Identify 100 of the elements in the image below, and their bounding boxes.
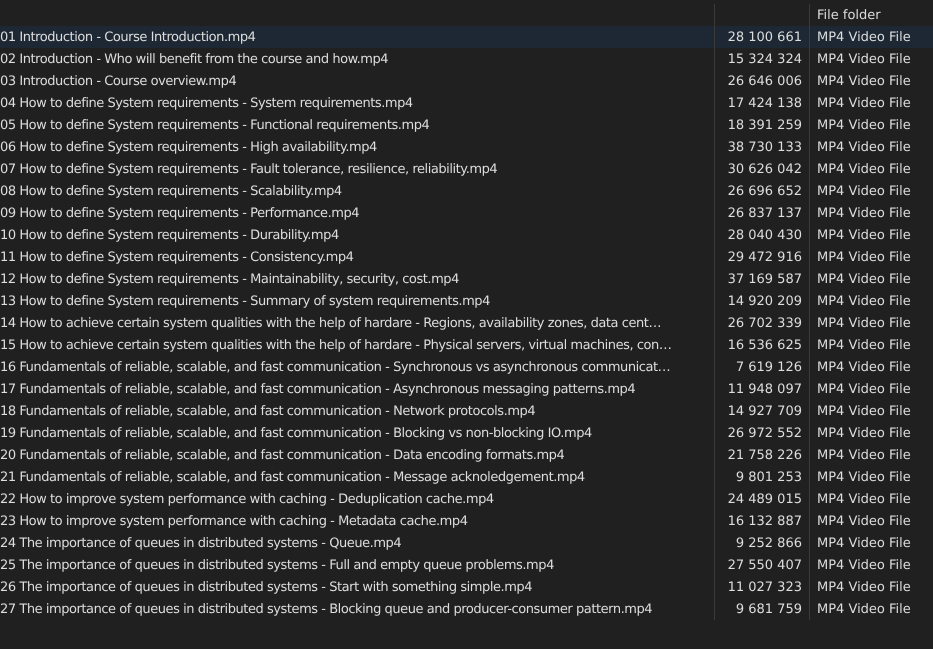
file-name[interactable]: 09 How to define System requirements - Performance.mp4 [0, 206, 360, 220]
file-row[interactable]: 06 How to define System requirements - High availability.mp4 38 730 133 MP4 Video File [0, 136, 933, 158]
file-row[interactable]: 26 The importance of queues in distributed systems - Start with something simple.mp4 11 027 323 MP4 Video File [0, 576, 933, 598]
file-row[interactable]: 13 How to define System requirements - Summary of system requirements.mp4 14 920 209 MP4 Video File [0, 290, 933, 312]
file-size: 9 801 253 [736, 470, 802, 484]
file-size: 28 100 661 [728, 30, 802, 44]
file-row[interactable]: 18 Fundamentals of reliable, scalable, and fast communication - Network protocols.mp4 14 927 709 MP4 Video File [0, 400, 933, 422]
file-type: MP4 Video File [817, 492, 911, 506]
file-row[interactable]: 10 How to define System requirements - Durability.mp4 28 040 430 MP4 Video File [0, 224, 933, 246]
file-name[interactable]: 27 The importance of queues in distributed systems - Blocking queue and producer-consumer pattern.mp4 [0, 602, 652, 616]
file-size: 28 040 430 [728, 228, 802, 242]
file-type: MP4 Video File [817, 602, 911, 616]
file-type: MP4 Video File [817, 580, 911, 594]
file-name[interactable]: 15 How to achieve certain system qualities with the help of hardare - Physical servers, virtual machines, con… [0, 338, 672, 352]
file-name[interactable]: 01 Introduction - Course Introduction.mp4 [0, 30, 256, 44]
file-type: MP4 Video File [817, 52, 911, 66]
file-name[interactable]: 20 Fundamentals of reliable, scalable, and fast communication - Data encoding formats.mp4 [0, 448, 564, 462]
file-type: MP4 Video File [817, 140, 911, 154]
file-size: 16 132 887 [728, 514, 802, 528]
file-row[interactable]: File folder [0, 4, 933, 26]
file-row[interactable]: 08 How to define System requirements - Scalability.mp4 26 696 652 MP4 Video File [0, 180, 933, 202]
file-row[interactable]: 27 The importance of queues in distributed systems - Blocking queue and producer-consumer pattern.mp4 9 681 759 MP4 Video File [0, 598, 933, 620]
file-size: 17 424 138 [728, 96, 802, 110]
file-size: 26 646 006 [728, 74, 802, 88]
file-name[interactable]: 23 How to improve system performance with caching - Metadata cache.mp4 [0, 514, 468, 528]
file-type: MP4 Video File [817, 74, 911, 88]
file-row[interactable]: 20 Fundamentals of reliable, scalable, and fast communication - Data encoding formats.mp4 21 758 226 MP4 Video File [0, 444, 933, 466]
file-name[interactable]: 21 Fundamentals of reliable, scalable, and fast communication - Message acknoledgement.mp4 [0, 470, 585, 484]
file-type: MP4 Video File [817, 536, 911, 550]
file-type: MP4 Video File [817, 228, 911, 242]
file-size: 21 758 226 [728, 448, 802, 462]
file-type: MP4 Video File [817, 294, 911, 308]
file-size: 30 626 042 [728, 162, 802, 176]
file-name[interactable]: 19 Fundamentals of reliable, scalable, and fast communication - Blocking vs non-blocking IO.mp4 [0, 426, 592, 440]
file-name[interactable]: 02 Introduction - Who will benefit from the course and how.mp4 [0, 52, 388, 66]
file-name[interactable]: 22 How to improve system performance with caching - Deduplication cache.mp4 [0, 492, 494, 506]
file-name[interactable]: 04 How to define System requirements - System requirements.mp4 [0, 96, 413, 110]
file-row[interactable]: 09 How to define System requirements - Performance.mp4 26 837 137 MP4 Video File [0, 202, 933, 224]
file-name[interactable]: 03 Introduction - Course overview.mp4 [0, 74, 236, 88]
file-name[interactable]: 24 The importance of queues in distributed systems - Queue.mp4 [0, 536, 402, 550]
file-type: MP4 Video File [817, 448, 911, 462]
file-name[interactable]: 14 How to achieve certain system qualities with the help of hardare - Regions, availability zones, data cent… [0, 316, 661, 330]
file-name[interactable]: 18 Fundamentals of reliable, scalable, and fast communication - Network protocols.mp4 [0, 404, 536, 418]
file-row[interactable]: 07 How to define System requirements - Fault tolerance, resilience, reliability.mp4 30 626 042 MP4 Video File [0, 158, 933, 180]
file-name[interactable]: 26 The importance of queues in distributed systems - Start with something simple.mp4 [0, 580, 532, 594]
file-size: 24 489 015 [728, 492, 802, 506]
file-row[interactable]: 24 The importance of queues in distributed systems - Queue.mp4 9 252 866 MP4 Video File [0, 532, 933, 554]
file-row[interactable]: 01 Introduction - Course Introduction.mp4 28 100 661 MP4 Video File [0, 26, 933, 48]
file-size: 14 927 709 [728, 404, 802, 418]
file-name[interactable]: 05 How to define System requirements - Functional requirements.mp4 [0, 118, 430, 132]
file-row[interactable]: 19 Fundamentals of reliable, scalable, and fast communication - Blocking vs non-blocking IO.mp4 26 972 552 MP4 Video File [0, 422, 933, 444]
file-type: MP4 Video File [817, 404, 911, 418]
file-row[interactable]: 15 How to achieve certain system qualities with the help of hardare - Physical servers, virtual machines, con… 16 536 625 MP4 Video File [0, 334, 933, 356]
file-size: 14 920 209 [728, 294, 802, 308]
file-type: MP4 Video File [817, 272, 911, 286]
file-name[interactable]: 07 How to define System requirements - Fault tolerance, resilience, reliability.mp4 [0, 162, 498, 176]
file-row[interactable]: 16 Fundamentals of reliable, scalable, and fast communication - Synchronous vs asynchronous communicat… 7 619 126 MP4 Video File [0, 356, 933, 378]
file-type: MP4 Video File [817, 360, 911, 374]
file-size: 27 550 407 [728, 558, 802, 572]
file-size: 26 696 652 [728, 184, 802, 198]
file-row[interactable]: 02 Introduction - Who will benefit from the course and how.mp4 15 324 324 MP4 Video File [0, 48, 933, 70]
file-size: 29 472 916 [728, 250, 802, 264]
file-name[interactable]: 25 The importance of queues in distributed systems - Full and empty queue problems.mp4 [0, 558, 554, 572]
file-row[interactable]: 23 How to improve system performance with caching - Metadata cache.mp4 16 132 887 MP4 Video File [0, 510, 933, 532]
file-type: MP4 Video File [817, 426, 911, 440]
file-type: MP4 Video File [817, 184, 911, 198]
file-name[interactable]: 12 How to define System requirements - Maintainability, security, cost.mp4 [0, 272, 459, 286]
file-type: MP4 Video File [817, 316, 911, 330]
file-type: MP4 Video File [817, 118, 911, 132]
file-type: MP4 Video File [817, 338, 911, 352]
file-row[interactable]: 04 How to define System requirements - System requirements.mp4 17 424 138 MP4 Video File [0, 92, 933, 114]
file-type: MP4 Video File [817, 470, 911, 484]
file-row[interactable]: 11 How to define System requirements - Consistency.mp4 29 472 916 MP4 Video File [0, 246, 933, 268]
file-name[interactable]: 10 How to define System requirements - Durability.mp4 [0, 228, 339, 242]
file-size: 26 837 137 [728, 206, 802, 220]
file-name[interactable]: 16 Fundamentals of reliable, scalable, and fast communication - Synchronous vs asynchronous communicat… [0, 360, 670, 374]
file-name[interactable]: 13 How to define System requirements - Summary of system requirements.mp4 [0, 294, 490, 308]
file-row[interactable]: 12 How to define System requirements - Maintainability, security, cost.mp4 37 169 587 MP4 Video File [0, 268, 933, 290]
file-size: 18 391 259 [728, 118, 802, 132]
file-type: MP4 Video File [817, 250, 911, 264]
file-size: 16 536 625 [728, 338, 802, 352]
file-type: MP4 Video File [817, 558, 911, 572]
file-row[interactable]: 21 Fundamentals of reliable, scalable, and fast communication - Message acknoledgement.mp4 9 801 253 MP4 Video File [0, 466, 933, 488]
file-size: 9 252 866 [736, 536, 802, 550]
file-size: 26 702 339 [728, 316, 802, 330]
file-row[interactable]: 17 Fundamentals of reliable, scalable, and fast communication - Asynchronous messaging patterns.mp4 11 948 097 MP4 Video File [0, 378, 933, 400]
file-row[interactable]: 14 How to achieve certain system qualities with the help of hardare - Regions, availability zones, data cent… 26 702 339 MP4 Video File [0, 312, 933, 334]
file-name[interactable]: 06 How to define System requirements - High availability.mp4 [0, 140, 377, 154]
file-row[interactable]: 05 How to define System requirements - Functional requirements.mp4 18 391 259 MP4 Video File [0, 114, 933, 136]
file-type: File folder [817, 8, 881, 22]
file-row[interactable]: 22 How to improve system performance with caching - Deduplication cache.mp4 24 489 015 MP4 Video File [0, 488, 933, 510]
file-type: MP4 Video File [817, 30, 911, 44]
file-size: 37 169 587 [728, 272, 802, 286]
file-row[interactable]: 25 The importance of queues in distributed systems - Full and empty queue problems.mp4 27 550 407 MP4 Video File [0, 554, 933, 576]
file-name[interactable]: 11 How to define System requirements - Consistency.mp4 [0, 250, 354, 264]
file-type: MP4 Video File [817, 514, 911, 528]
file-size: 11 027 323 [728, 580, 802, 594]
file-name[interactable]: 17 Fundamentals of reliable, scalable, and fast communication - Asynchronous messaging patterns.mp4 [0, 382, 636, 396]
file-name[interactable]: 08 How to define System requirements - Scalability.mp4 [0, 184, 342, 198]
file-row[interactable]: 03 Introduction - Course overview.mp4 26 646 006 MP4 Video File [0, 70, 933, 92]
